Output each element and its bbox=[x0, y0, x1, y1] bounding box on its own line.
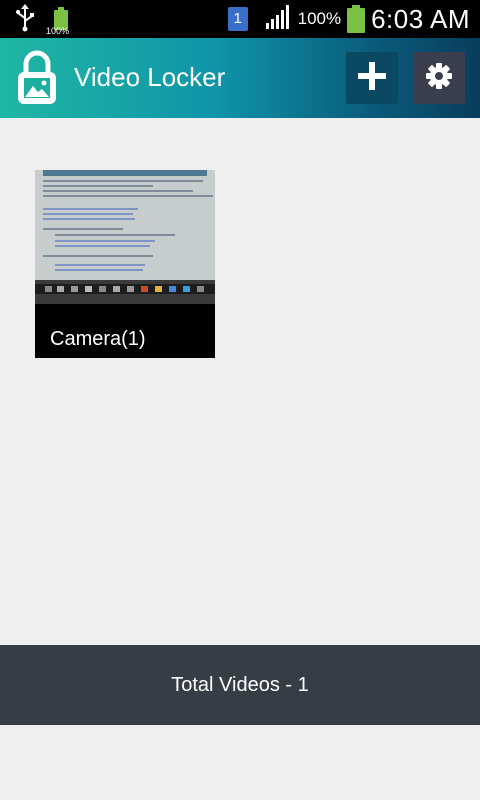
settings-button[interactable] bbox=[413, 52, 465, 104]
folder-card-camera[interactable]: Camera(1) bbox=[35, 170, 215, 358]
footer-bar: Total Videos - 1 bbox=[0, 645, 480, 725]
lock-image-icon bbox=[16, 50, 58, 106]
folder-thumbnail bbox=[35, 170, 215, 304]
action-bar: Video Locker bbox=[0, 38, 480, 118]
signal-icon bbox=[265, 4, 292, 34]
status-bar-left: 100% bbox=[14, 4, 72, 37]
plus-icon bbox=[358, 61, 386, 95]
status-bar: 100% 1 100% 6:03 AM bbox=[0, 0, 480, 38]
folder-name: Camera(1) bbox=[50, 328, 146, 350]
gear-icon bbox=[426, 62, 452, 94]
usb-icon bbox=[14, 4, 36, 37]
add-button[interactable] bbox=[346, 52, 398, 104]
battery-small-icon: 100% bbox=[46, 6, 72, 36]
app-title: Video Locker bbox=[74, 62, 226, 92]
battery-percent: 100% bbox=[297, 9, 342, 28]
status-bar-right: 1 100% 6:03 AM bbox=[227, 0, 470, 38]
content-area: Camera(1) bbox=[0, 118, 480, 645]
battery-small-label: 100% bbox=[46, 25, 70, 36]
battery-icon bbox=[347, 5, 366, 33]
notification-badge: 1 bbox=[227, 7, 248, 31]
total-videos-label: Total Videos - 1 bbox=[171, 673, 309, 696]
clock: 6:03 AM bbox=[371, 3, 470, 34]
